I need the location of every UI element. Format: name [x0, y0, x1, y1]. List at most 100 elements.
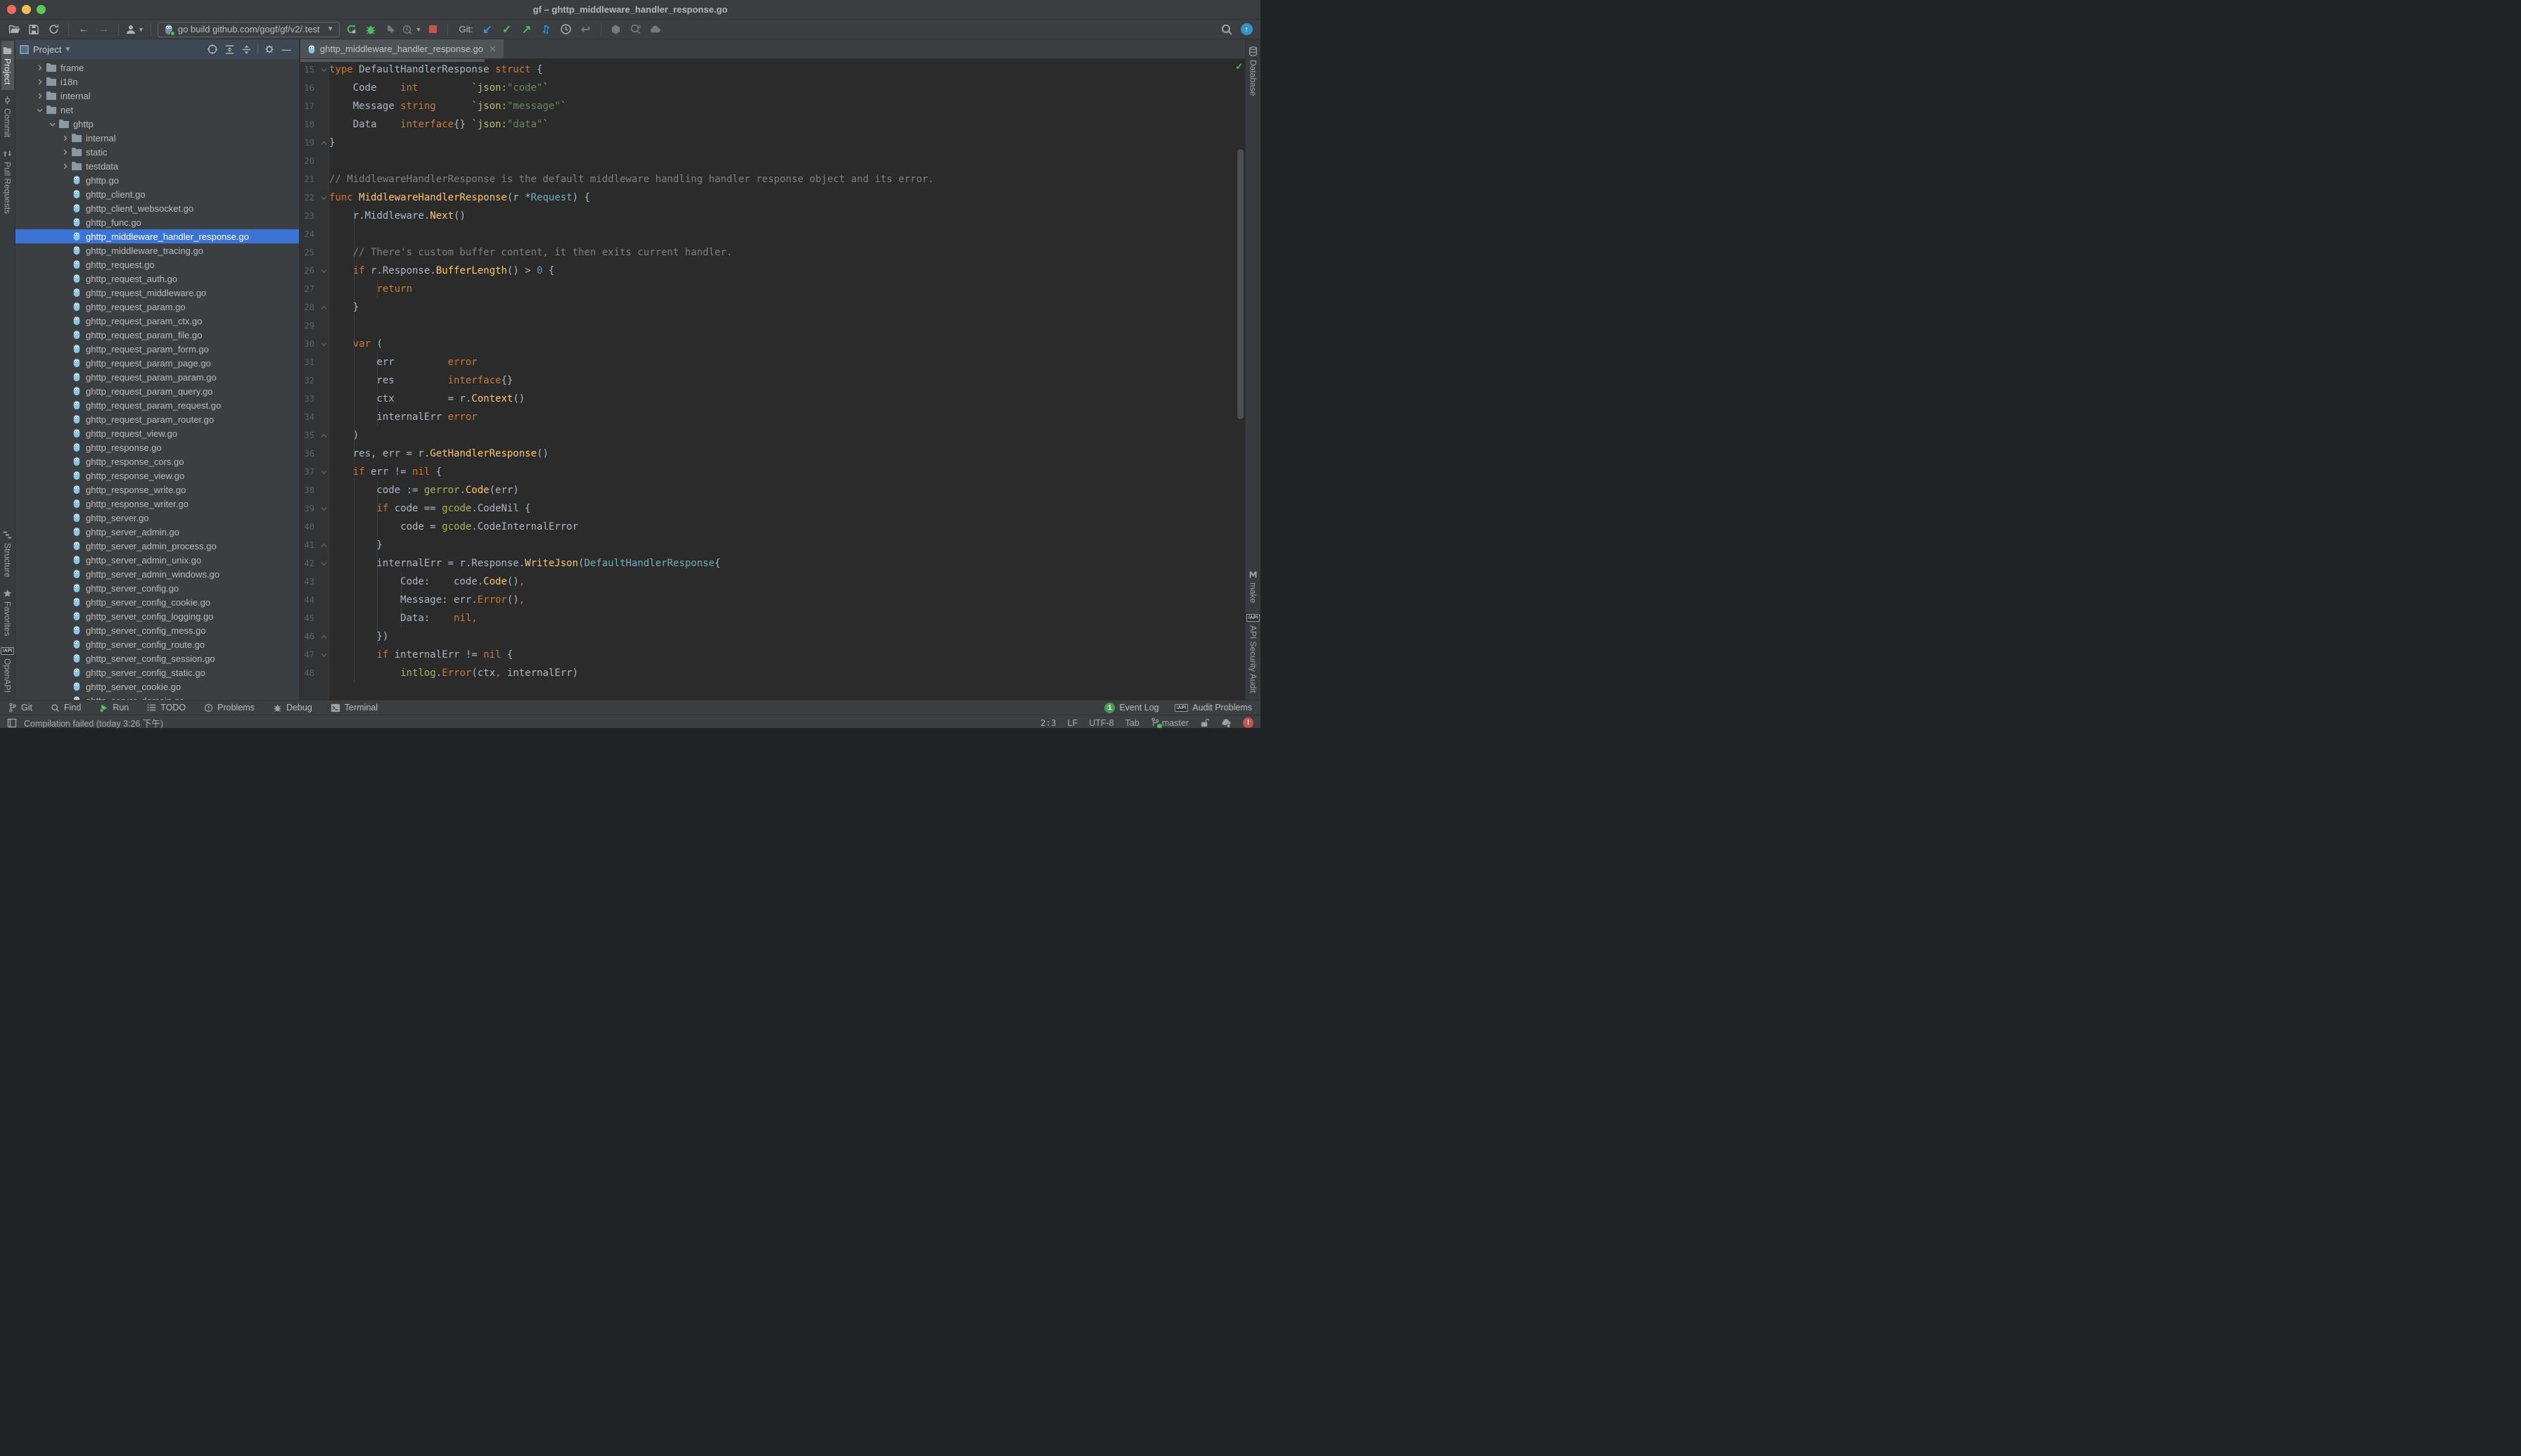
line-number[interactable]: 36: [300, 449, 319, 459]
line-number[interactable]: 41: [300, 540, 319, 550]
stripe-button-make[interactable]: make: [1247, 564, 1260, 608]
caret-position[interactable]: 2:3: [1040, 717, 1057, 728]
search-history-button[interactable]: [627, 22, 644, 37]
toolwindow-button-problems[interactable]: Problems: [204, 703, 255, 713]
fold-down-icon[interactable]: [319, 340, 329, 348]
tree-folder-row[interactable]: net: [15, 103, 299, 117]
fold-up-icon[interactable]: [319, 542, 329, 549]
forward-button[interactable]: →: [95, 22, 112, 37]
shelve-button[interactable]: [608, 22, 625, 37]
tree-file-row[interactable]: ghttp_server_config_static.go: [15, 665, 299, 679]
git-commit-button[interactable]: ✓: [499, 22, 516, 37]
editor-area[interactable]: ghttp_middleware_handler_response.go ✕ 1…: [300, 39, 1245, 700]
line-number[interactable]: 45: [300, 613, 319, 623]
line-number[interactable]: 26: [300, 266, 319, 276]
tree-file-row[interactable]: ghttp_response_cors.go: [15, 454, 299, 468]
line-number[interactable]: 33: [300, 394, 319, 404]
tree-file-row[interactable]: ghttp_server_admin_unix.go: [15, 553, 299, 567]
chevron-right-icon[interactable]: [34, 92, 45, 100]
code-editor[interactable]: 15type DefaultHandlerResponse struct {16…: [300, 59, 1245, 700]
toolwindow-button-debug[interactable]: Debug: [273, 703, 312, 713]
git-push-button[interactable]: ↗: [518, 22, 535, 37]
expand-all-button[interactable]: [221, 41, 238, 57]
rollback-button[interactable]: ↩: [577, 22, 594, 37]
tree-file-row[interactable]: ghttp_server_admin_process.go: [15, 539, 299, 553]
tree-file-row[interactable]: ghttp_middleware_tracing.go: [15, 243, 299, 257]
debug-button[interactable]: [362, 22, 379, 37]
line-number[interactable]: 19: [300, 138, 319, 148]
tree-file-row[interactable]: ghttp_request_param_query.go: [15, 384, 299, 398]
line-number[interactable]: 47: [300, 650, 319, 660]
chevron-right-icon[interactable]: [34, 64, 45, 72]
tree-file-row[interactable]: ghttp_server_cookie.go: [15, 679, 299, 694]
line-number[interactable]: 46: [300, 632, 319, 641]
fold-down-icon[interactable]: [319, 560, 329, 568]
status-message[interactable]: Compilation failed (today 3:26 下午): [24, 716, 163, 728]
stripe-button-project[interactable]: Project: [1, 41, 14, 90]
run-configuration-select[interactable]: go build github.com/gogf/gf/v2/.test ▼: [158, 22, 340, 37]
stripe-button-api-security-audit[interactable]: /APIAPI Security Audit: [1245, 608, 1260, 698]
stripe-button-openapi[interactable]: /APIOpenAPI: [0, 641, 15, 698]
chevron-right-icon[interactable]: [59, 162, 70, 170]
line-number[interactable]: 39: [300, 504, 319, 513]
ide-update-button[interactable]: ↑: [1238, 22, 1255, 37]
collapse-all-button[interactable]: [238, 41, 255, 57]
toolwindow-button-todo[interactable]: TODO: [147, 703, 186, 713]
close-icon[interactable]: ✕: [489, 44, 497, 55]
fold-up-icon[interactable]: [319, 139, 329, 147]
tree-file-row[interactable]: ghttp_request_param_request.go: [15, 398, 299, 412]
back-button[interactable]: ←: [75, 22, 92, 37]
chevron-right-icon[interactable]: [59, 148, 70, 156]
hide-panel-button[interactable]: —: [278, 41, 295, 57]
line-number[interactable]: 17: [300, 101, 319, 111]
line-number[interactable]: 37: [300, 467, 319, 477]
toolwindow-button-terminal[interactable]: Terminal: [331, 703, 378, 713]
fold-down-icon[interactable]: [319, 651, 329, 659]
toolwindow-button-run[interactable]: Run: [99, 703, 129, 713]
tree-file-row[interactable]: ghttp.go: [15, 173, 299, 187]
tree-file-row[interactable]: ghttp_response.go: [15, 440, 299, 454]
tree-file-row[interactable]: ghttp_request_auth.go: [15, 272, 299, 286]
fold-down-icon[interactable]: [319, 194, 329, 202]
tree-file-row[interactable]: ghttp_server_admin.go: [15, 525, 299, 539]
stripe-button-commit[interactable]: Commit: [1, 90, 14, 143]
line-number[interactable]: 42: [300, 558, 319, 568]
tree-file-row[interactable]: ghttp_func.go: [15, 215, 299, 229]
line-number[interactable]: 43: [300, 577, 319, 587]
chevron-right-icon[interactable]: [59, 134, 70, 142]
line-number[interactable]: 24: [300, 229, 319, 239]
sync-button[interactable]: [45, 22, 62, 37]
tree-file-row[interactable]: ghttp_response_writer.go: [15, 497, 299, 511]
event-log-button[interactable]: 1Event Log: [1104, 703, 1159, 713]
fold-up-icon[interactable]: [319, 304, 329, 312]
tree-file-row[interactable]: ghttp_request_param_form.go: [15, 342, 299, 356]
tree-folder-row[interactable]: static: [15, 145, 299, 159]
line-number[interactable]: 40: [300, 522, 319, 532]
toolwindow-button-git[interactable]: Git: [8, 703, 32, 713]
tree-file-row[interactable]: ghttp_request_param.go: [15, 300, 299, 314]
stop-button[interactable]: [424, 22, 441, 37]
search-everywhere-button[interactable]: [1218, 22, 1235, 37]
locate-file-button[interactable]: [204, 41, 221, 57]
run-with-coverage-button[interactable]: [382, 22, 399, 37]
fold-up-icon[interactable]: [319, 633, 329, 641]
tree-folder-row[interactable]: frame: [15, 60, 299, 75]
tree-file-row[interactable]: ghttp_request_param_page.go: [15, 356, 299, 370]
git-history-button[interactable]: [558, 22, 575, 37]
line-number[interactable]: 48: [300, 668, 319, 678]
tree-file-row[interactable]: ghttp_response_write.go: [15, 483, 299, 497]
horizontal-scrollbar[interactable]: [300, 59, 485, 62]
cloud-button[interactable]: [647, 22, 664, 37]
line-number[interactable]: 25: [300, 248, 319, 257]
line-number[interactable]: 31: [300, 357, 319, 367]
tree-folder-row[interactable]: internal: [15, 89, 299, 103]
line-number[interactable]: 18: [300, 120, 319, 129]
line-number[interactable]: 16: [300, 83, 319, 93]
fold-up-icon[interactable]: [319, 432, 329, 440]
line-number[interactable]: 35: [300, 430, 319, 440]
toolwindow-button-find[interactable]: Find: [51, 703, 81, 713]
profiler-button[interactable]: ▼: [402, 22, 421, 37]
line-number[interactable]: 22: [300, 193, 319, 203]
tree-file-row[interactable]: ghttp_request_param_file.go: [15, 328, 299, 342]
save-button[interactable]: [25, 22, 42, 37]
